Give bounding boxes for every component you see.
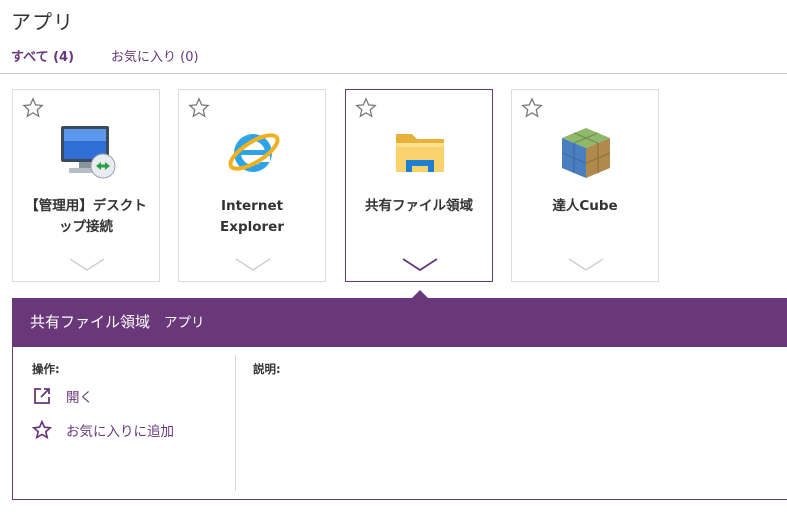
tile-label: Internet Explorer [220, 198, 284, 235]
detail-header: 共有ファイル領域 アプリ [12, 298, 787, 347]
add-favorite-label: お気に入りに追加 [66, 424, 174, 440]
star-outline-icon [32, 420, 52, 440]
folder-icon [396, 134, 444, 172]
favorite-star-icon[interactable] [188, 97, 210, 119]
chevron-down-icon[interactable] [568, 258, 604, 272]
open-external-icon [34, 388, 50, 404]
add-favorite-action[interactable]: お気に入りに追加 [32, 419, 174, 441]
description-label: 説明: [253, 362, 281, 376]
tile-label: 【管理用】デスクトップ接続 [25, 198, 147, 235]
tab-bar: すべて (4) お気に入り (0) [0, 46, 787, 74]
tile-label: 達人Cube [552, 198, 618, 214]
tab-all[interactable]: すべて (4) [11, 46, 74, 65]
favorite-star-icon[interactable] [355, 97, 377, 119]
internet-explorer-icon [228, 133, 280, 172]
tab-favorites[interactable]: お気に入り (0) [111, 46, 199, 65]
detail-type: アプリ [164, 315, 205, 331]
favorite-star-icon[interactable] [521, 97, 543, 119]
open-action-label: 開く [66, 390, 93, 406]
app-tile-shared-folder[interactable]: 共有ファイル領域 [345, 89, 493, 282]
page-title: アプリ [11, 10, 74, 34]
favorite-star-icon[interactable] [22, 97, 44, 119]
detail-title: 共有ファイル領域 [30, 313, 151, 331]
tatsuzin-cube-icon [561, 128, 611, 178]
actions-label: 操作: [32, 362, 60, 376]
open-action[interactable]: 開く [32, 385, 93, 407]
column-divider [235, 355, 236, 491]
detail-panel: 操作: 開く お気に入りに追加 説明: [12, 347, 787, 500]
chevron-down-icon[interactable] [235, 258, 271, 272]
tile-label: 共有ファイル領域 [365, 198, 473, 214]
remote-desktop-icon [61, 126, 116, 179]
chevron-down-icon[interactable] [69, 258, 105, 272]
app-tile-internet-explorer[interactable]: Internet Explorer [178, 89, 326, 282]
app-tile-tatsuzin-cube[interactable]: 達人Cube [511, 89, 659, 282]
chevron-down-icon[interactable] [402, 258, 438, 272]
app-tile-remote-desktop[interactable]: 【管理用】デスクトップ接続 [12, 89, 160, 282]
